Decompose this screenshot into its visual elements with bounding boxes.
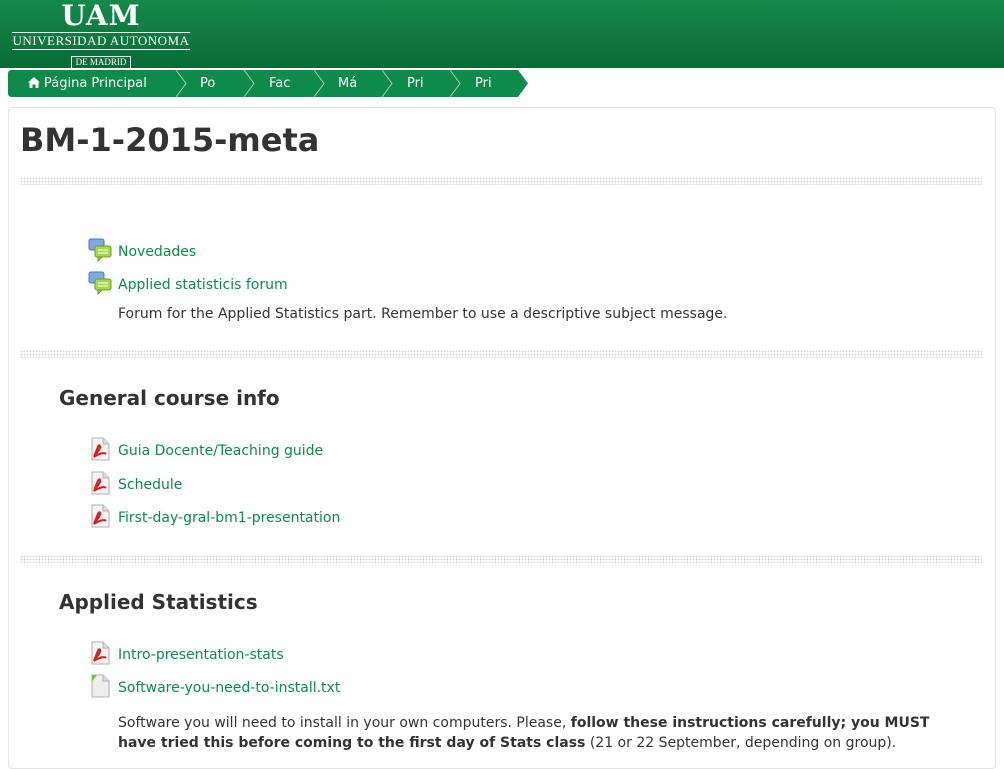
pdf-icon (91, 471, 110, 495)
breadcrumb-item-ma[interactable]: Má (338, 70, 357, 97)
breadcrumb-home-label: Página Principal (44, 76, 147, 91)
breadcrumb-item-po[interactable]: Po (200, 70, 215, 97)
page-title: BM-1-2015-meta (20, 121, 320, 159)
uam-logo[interactable]: UAM UNIVERSIDAD AUTONOMA DE MADRID (12, 0, 190, 69)
breadcrumb-home[interactable]: Página Principal (28, 70, 147, 97)
section-divider (20, 177, 982, 185)
description-text-end: (21 or 22 September, depending on group)… (585, 735, 897, 751)
section-divider (20, 555, 982, 563)
activity-link-software-install[interactable]: Software-you-need-to-install.txt (118, 676, 340, 700)
logo-uam-text: UAM (61, 0, 141, 32)
section-title-general-course-info: General course info (59, 386, 280, 410)
breadcrumb: Página Principal Po Fac Má Pri Pri (8, 70, 528, 97)
pdf-icon (91, 641, 110, 665)
breadcrumb-item-pri-2[interactable]: Pri (475, 70, 492, 97)
text-file-icon (91, 674, 110, 698)
activity-description-software: Software you will need to install in you… (118, 713, 938, 753)
activity-link-applied-forum[interactable]: Applied statisticis forum (118, 273, 288, 297)
description-bold-1: follow these instructions carefully; you… (570, 715, 930, 731)
activity-link-novedades[interactable]: Novedades (118, 240, 196, 264)
description-text: Software you will need to install in you… (118, 715, 571, 731)
activity-link-teaching-guide[interactable]: Guia Docente/Teaching guide (118, 439, 323, 463)
forum-icon (88, 238, 112, 262)
section-title-applied-statistics: Applied Statistics (59, 590, 258, 614)
pdf-icon (91, 437, 110, 461)
breadcrumb-item-pri-1[interactable]: Pri (407, 70, 424, 97)
section-divider (20, 350, 982, 358)
activity-link-intro-presentation-stats[interactable]: Intro-presentation-stats (118, 643, 284, 667)
logo-city-text: DE MADRID (70, 56, 132, 69)
course-content-panel (8, 107, 996, 769)
breadcrumb-item-fac[interactable]: Fac (269, 70, 290, 97)
activity-description: Forum for the Applied Statistics part. R… (118, 306, 728, 322)
forum-icon (88, 271, 112, 295)
home-icon (28, 77, 40, 88)
pdf-icon (91, 504, 110, 528)
logo-university-text: UNIVERSIDAD AUTONOMA (12, 32, 190, 50)
activity-link-schedule[interactable]: Schedule (118, 473, 182, 497)
description-bold-2: have tried this before coming to the fir… (118, 735, 586, 751)
activity-link-first-day-presentation[interactable]: First-day-gral-bm1-presentation (118, 506, 340, 530)
site-header: UAM UNIVERSIDAD AUTONOMA DE MADRID (0, 0, 1004, 69)
